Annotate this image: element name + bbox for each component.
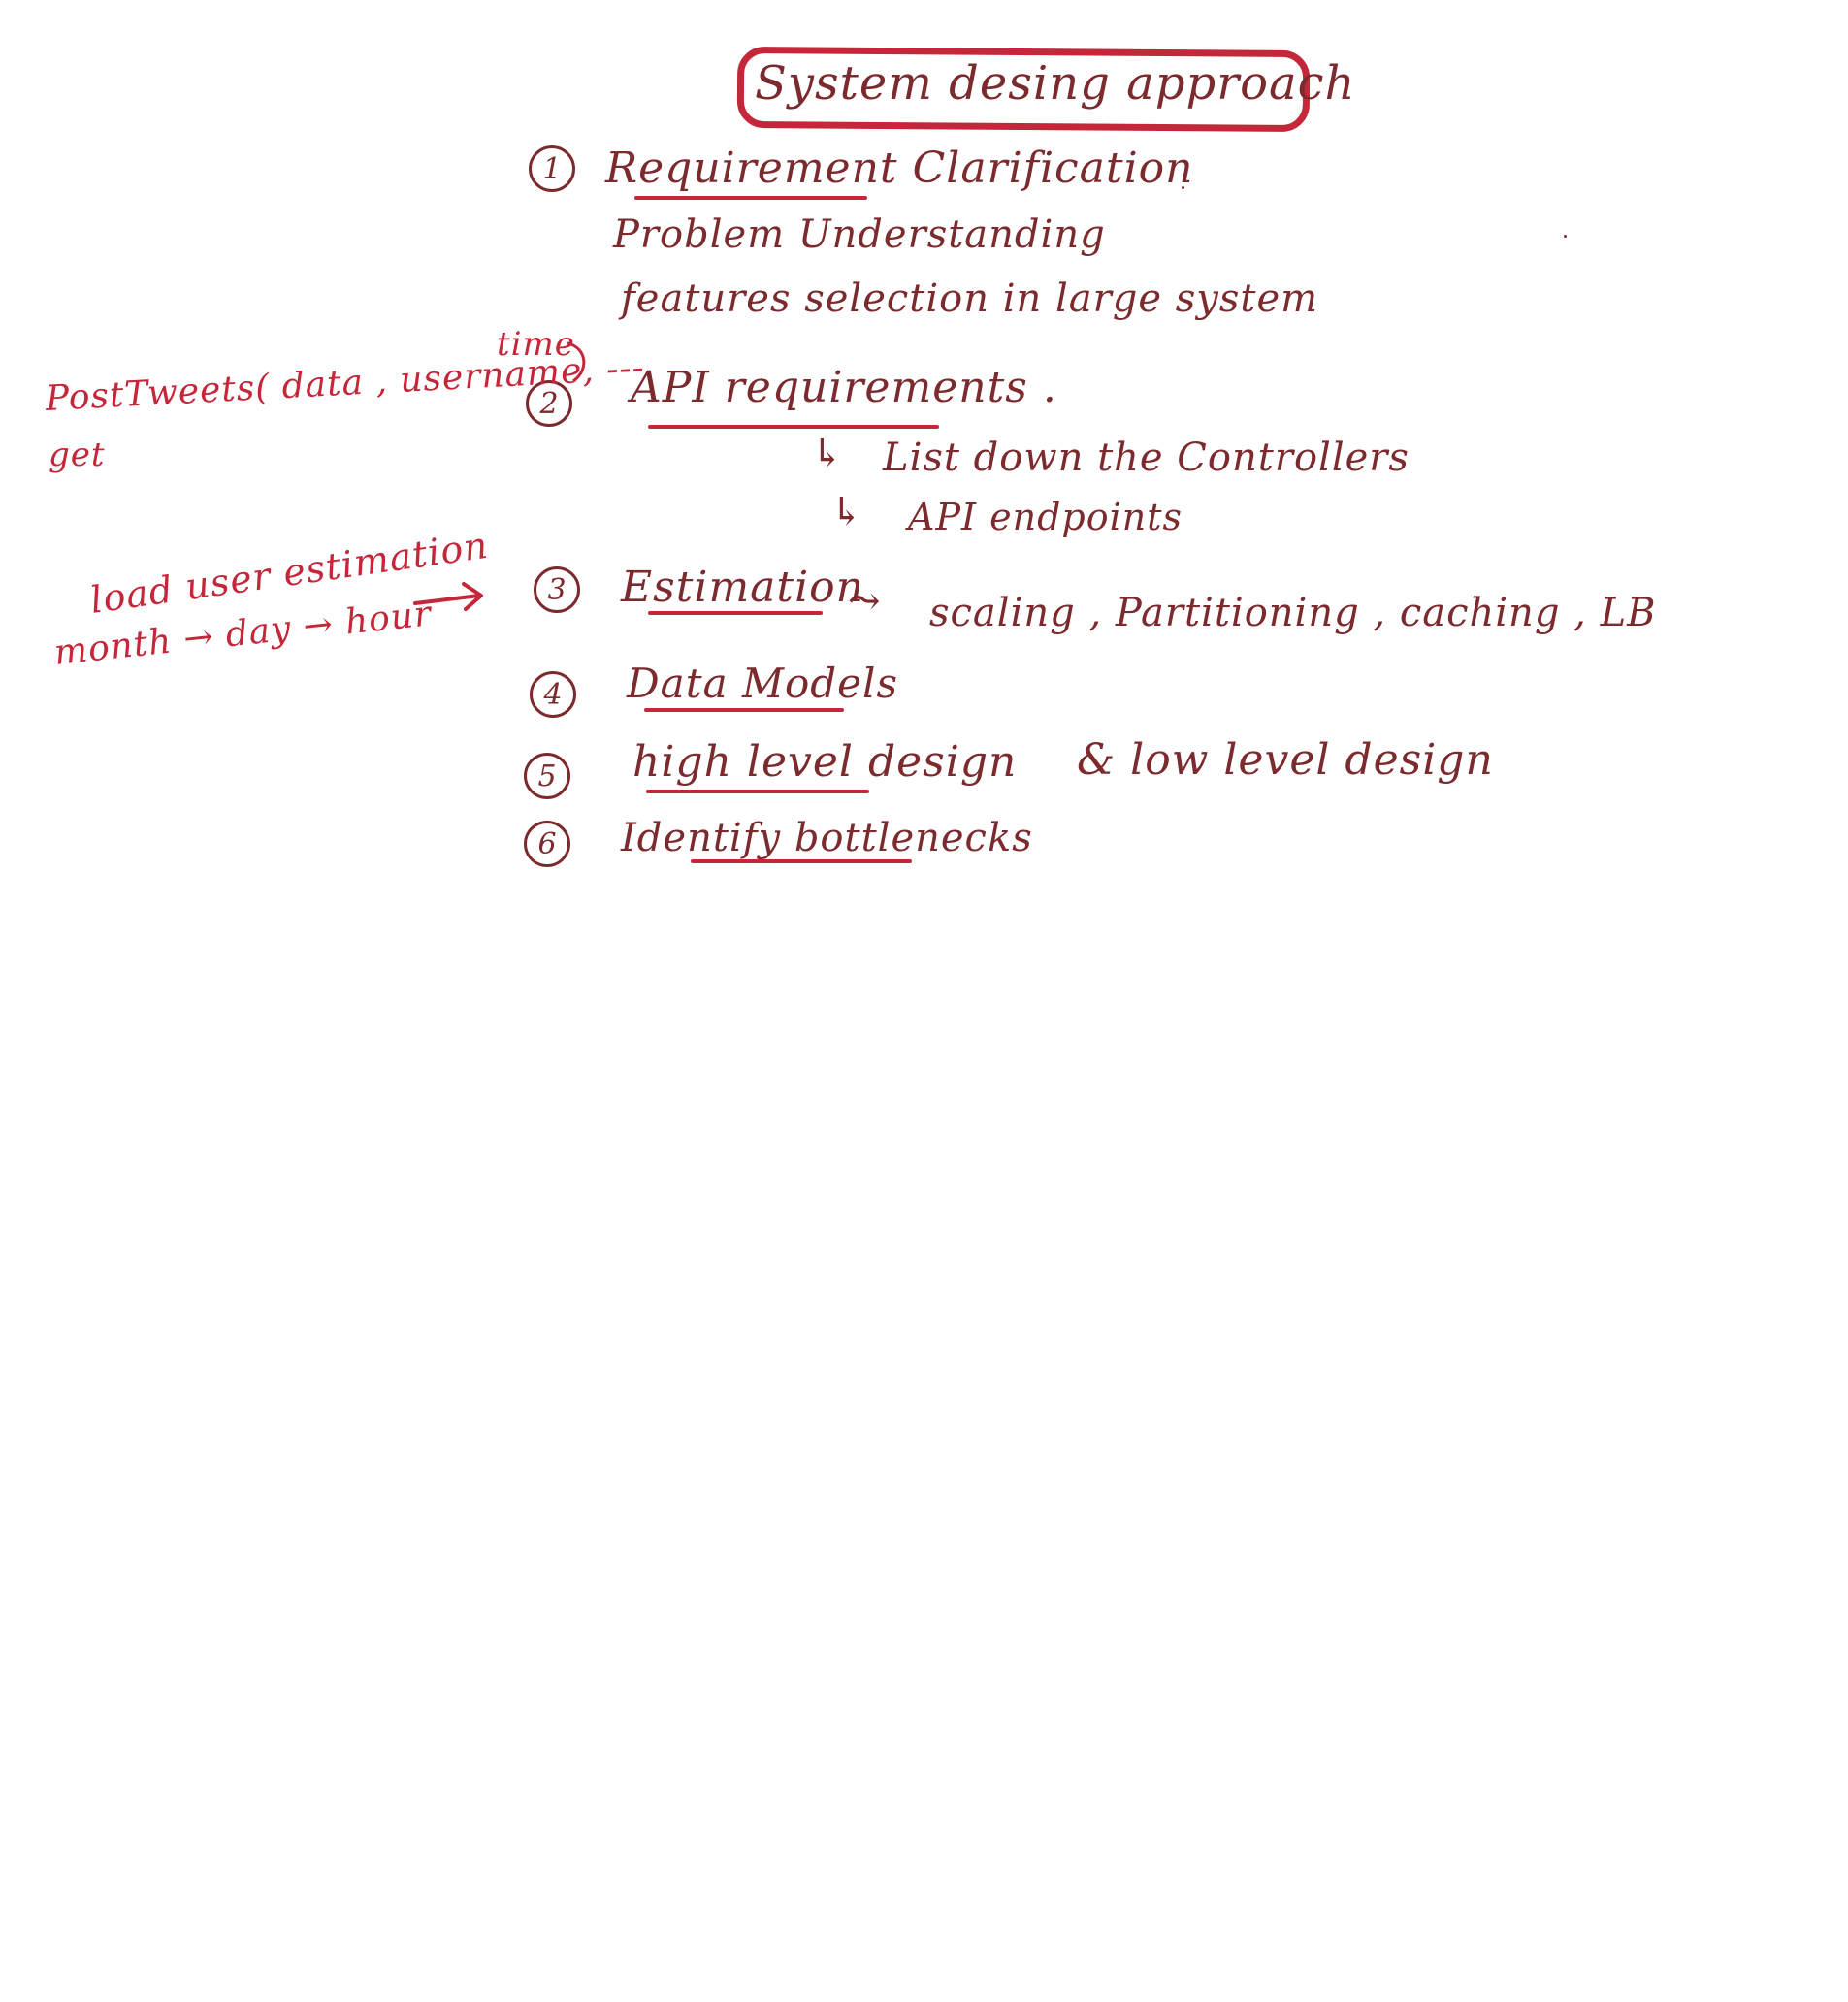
step-1-heading: Requirement Clarification [605, 144, 1194, 193]
step-2-heading: API requirements . [631, 363, 1057, 412]
step-3-number: 3 [534, 566, 580, 613]
step-5-underline [646, 790, 869, 793]
step-6-underline [691, 859, 912, 863]
step-2-sub-2: API endpoints [908, 496, 1183, 538]
stray-dot [1182, 186, 1184, 189]
step-5-heading: high level design [632, 737, 1018, 787]
page-title: System desing approach [755, 56, 1356, 111]
step-1-line-2: features selection in large system [621, 276, 1319, 321]
step-2-sub-2-arrow: ↳ [830, 490, 864, 534]
step-1-line-1: Problem Understanding [613, 212, 1106, 257]
step-3-detail: scaling , Partitioning , caching , LB [929, 591, 1657, 635]
step-3-underline [648, 611, 823, 615]
api-note-line-2: get [49, 436, 106, 474]
step-2-underline [648, 425, 939, 429]
api-note-time: time [497, 325, 575, 364]
step-6-heading: Identify bottlenecks [621, 816, 1033, 860]
step-4-heading: Data Models [627, 660, 899, 707]
step-5-number: 5 [524, 753, 570, 799]
step-2-sub-1: List down the Controllers [883, 436, 1410, 480]
step-3-arrow: ⤳ [848, 579, 882, 624]
step-6-number: 6 [524, 821, 570, 867]
step-1-number: 1 [529, 145, 575, 192]
step-2-sub-1-arrow: ↳ [811, 432, 845, 476]
step-1-underline [634, 196, 867, 200]
step-5-detail: & low level design [1077, 735, 1494, 785]
step-4-underline [644, 708, 844, 712]
step-3-heading: Estimation [621, 563, 864, 612]
step-4-number: 4 [530, 671, 576, 718]
stray-dot [1564, 235, 1567, 238]
estimation-arrowhead [462, 582, 483, 611]
whiteboard-page: System desing approach 1 Requirement Cla… [0, 0, 1848, 2002]
